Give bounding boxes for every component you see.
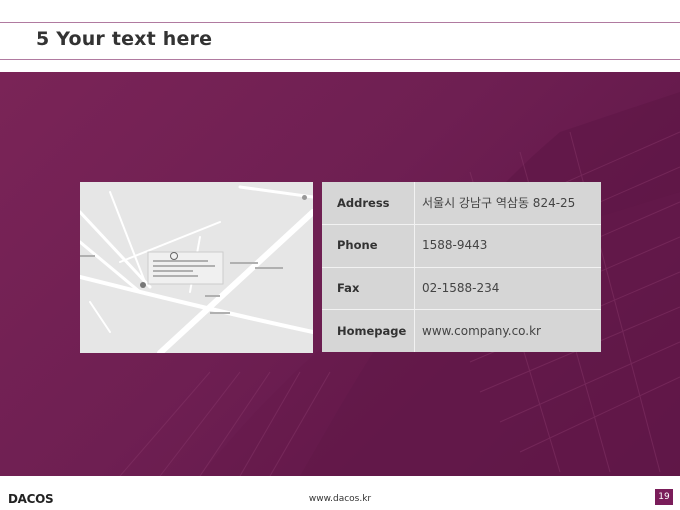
- row-value[interactable]: www.company.co.kr: [415, 310, 601, 352]
- page-number-badge: 19: [655, 489, 673, 505]
- slide-title: 5 Your text here: [36, 28, 213, 50]
- contact-row-homepage: Homepage www.company.co.kr: [322, 310, 601, 352]
- footer-url[interactable]: www.dacos.kr: [0, 494, 680, 504]
- row-divider: [322, 309, 601, 310]
- row-value: 02-1588-234: [422, 281, 500, 295]
- row-value: 서울시 강남구 역삼동 824-25: [422, 196, 576, 210]
- contact-row-fax: Fax 02-1588-234: [322, 267, 601, 309]
- contact-info-table: Address 서울시 강남구 역삼동 824-25 Phone 1588-94…: [322, 182, 601, 352]
- map-pin-icon: [140, 282, 146, 288]
- map-marker-dot: [302, 195, 307, 200]
- row-divider: [322, 224, 601, 225]
- row-label: Fax: [337, 281, 360, 295]
- row-divider: [322, 267, 601, 268]
- contact-row-phone: Phone 1588-9443: [322, 224, 601, 266]
- copyright-icon: [170, 252, 178, 260]
- header-bottom-rule: [0, 59, 680, 60]
- row-label: Address: [337, 196, 390, 210]
- row-label: Phone: [337, 238, 378, 252]
- row-value: 1588-9443: [422, 238, 488, 252]
- contact-row-address: Address 서울시 강남구 역삼동 824-25: [322, 182, 601, 224]
- row-label: Homepage: [337, 324, 407, 338]
- map-roads: [80, 185, 313, 353]
- location-map[interactable]: [80, 182, 313, 353]
- header-top-rule: [0, 22, 680, 23]
